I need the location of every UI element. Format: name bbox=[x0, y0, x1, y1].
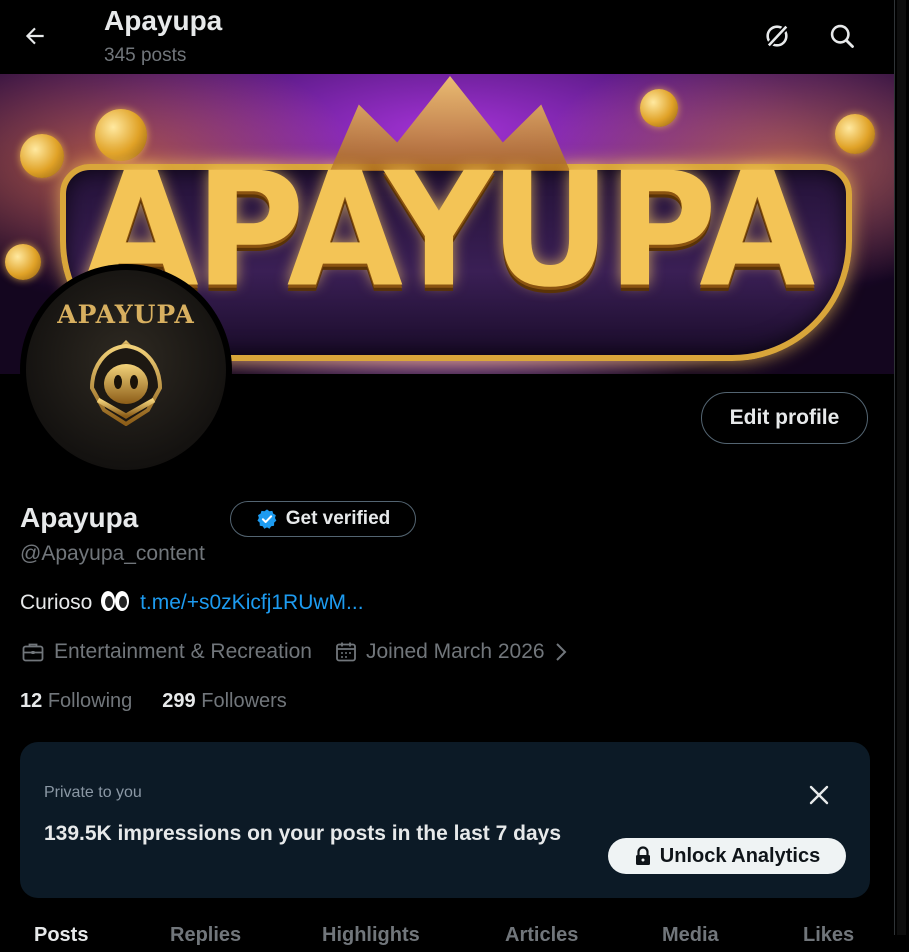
analytics-card: Private to you 139.5K impressions on you… bbox=[20, 742, 870, 898]
tab-replies[interactable]: Replies bbox=[170, 924, 241, 947]
avatar-image: APAYUPA bbox=[26, 270, 226, 470]
tab-media[interactable]: Media bbox=[662, 924, 719, 947]
joined-item[interactable]: Joined March 2026 bbox=[334, 640, 569, 664]
grok-icon bbox=[765, 23, 790, 49]
following-link[interactable]: 12 Following bbox=[20, 690, 132, 713]
header-title: Apayupa bbox=[104, 5, 223, 36]
edit-profile-button[interactable]: Edit profile bbox=[701, 392, 868, 444]
profile-name: Apayupa bbox=[20, 502, 139, 533]
close-card-button[interactable] bbox=[800, 776, 838, 814]
verified-badge-icon bbox=[257, 509, 277, 529]
get-verified-button[interactable]: Get verified bbox=[230, 501, 416, 537]
followers-link[interactable]: 299 Followers bbox=[162, 690, 287, 713]
following-count: 12 bbox=[20, 690, 43, 712]
chevron-right-icon bbox=[555, 643, 567, 661]
avatar-logo-text: APAYUPA bbox=[57, 300, 195, 329]
tab-posts[interactable]: Posts bbox=[34, 924, 88, 947]
unlock-analytics-button[interactable]: Unlock Analytics bbox=[608, 838, 846, 874]
joined-label: Joined March 2026 bbox=[365, 640, 545, 663]
eyes-emoji-icon bbox=[100, 590, 130, 618]
unlock-analytics-label: Unlock Analytics bbox=[659, 844, 821, 867]
profile-handle: @Apayupa_content bbox=[20, 542, 205, 565]
bio-link[interactable]: t.me/+s0zKicfj1RUwM... bbox=[140, 591, 363, 614]
bio-text: Curioso bbox=[20, 591, 93, 614]
profile-tabs: Posts Replies Highlights Articles Media … bbox=[0, 912, 894, 952]
private-label: Private to you bbox=[44, 784, 142, 801]
profile-header: Apayupa 345 posts bbox=[0, 0, 894, 74]
followers-count: 299 bbox=[162, 690, 196, 712]
tab-likes[interactable]: Likes bbox=[803, 924, 854, 947]
scrollbar-thumb[interactable] bbox=[897, 0, 906, 935]
followers-label: Followers bbox=[201, 690, 287, 712]
coin-decoration bbox=[640, 89, 678, 127]
tab-articles[interactable]: Articles bbox=[505, 924, 578, 947]
close-icon bbox=[809, 785, 829, 805]
lock-icon bbox=[635, 846, 650, 865]
follow-stats: 12 Following 299 Followers bbox=[20, 690, 287, 713]
following-label: Following bbox=[47, 690, 133, 712]
briefcase-icon bbox=[22, 643, 44, 662]
arrow-left-icon bbox=[25, 27, 44, 45]
profile-bio: Curioso t.me/+s0zKicfj1RUwM... bbox=[20, 590, 364, 618]
category-label: Entertainment & Recreation bbox=[54, 640, 312, 663]
search-icon bbox=[830, 24, 854, 48]
category-item: Entertainment & Recreation bbox=[20, 640, 312, 664]
posts-count: 345 posts bbox=[104, 45, 187, 66]
get-verified-label: Get verified bbox=[285, 508, 391, 529]
avatar[interactable]: APAYUPA bbox=[20, 264, 232, 476]
mascot-emblem-icon bbox=[89, 340, 163, 426]
profile-meta: Entertainment & Recreation Joined March … bbox=[20, 637, 569, 667]
search-button[interactable] bbox=[821, 15, 863, 57]
calendar-icon bbox=[336, 642, 356, 662]
grok-button[interactable] bbox=[756, 15, 798, 57]
tab-highlights[interactable]: Highlights bbox=[322, 924, 420, 947]
impressions-text: 139.5K impressions on your posts in the … bbox=[44, 822, 562, 845]
back-button[interactable] bbox=[14, 15, 56, 57]
